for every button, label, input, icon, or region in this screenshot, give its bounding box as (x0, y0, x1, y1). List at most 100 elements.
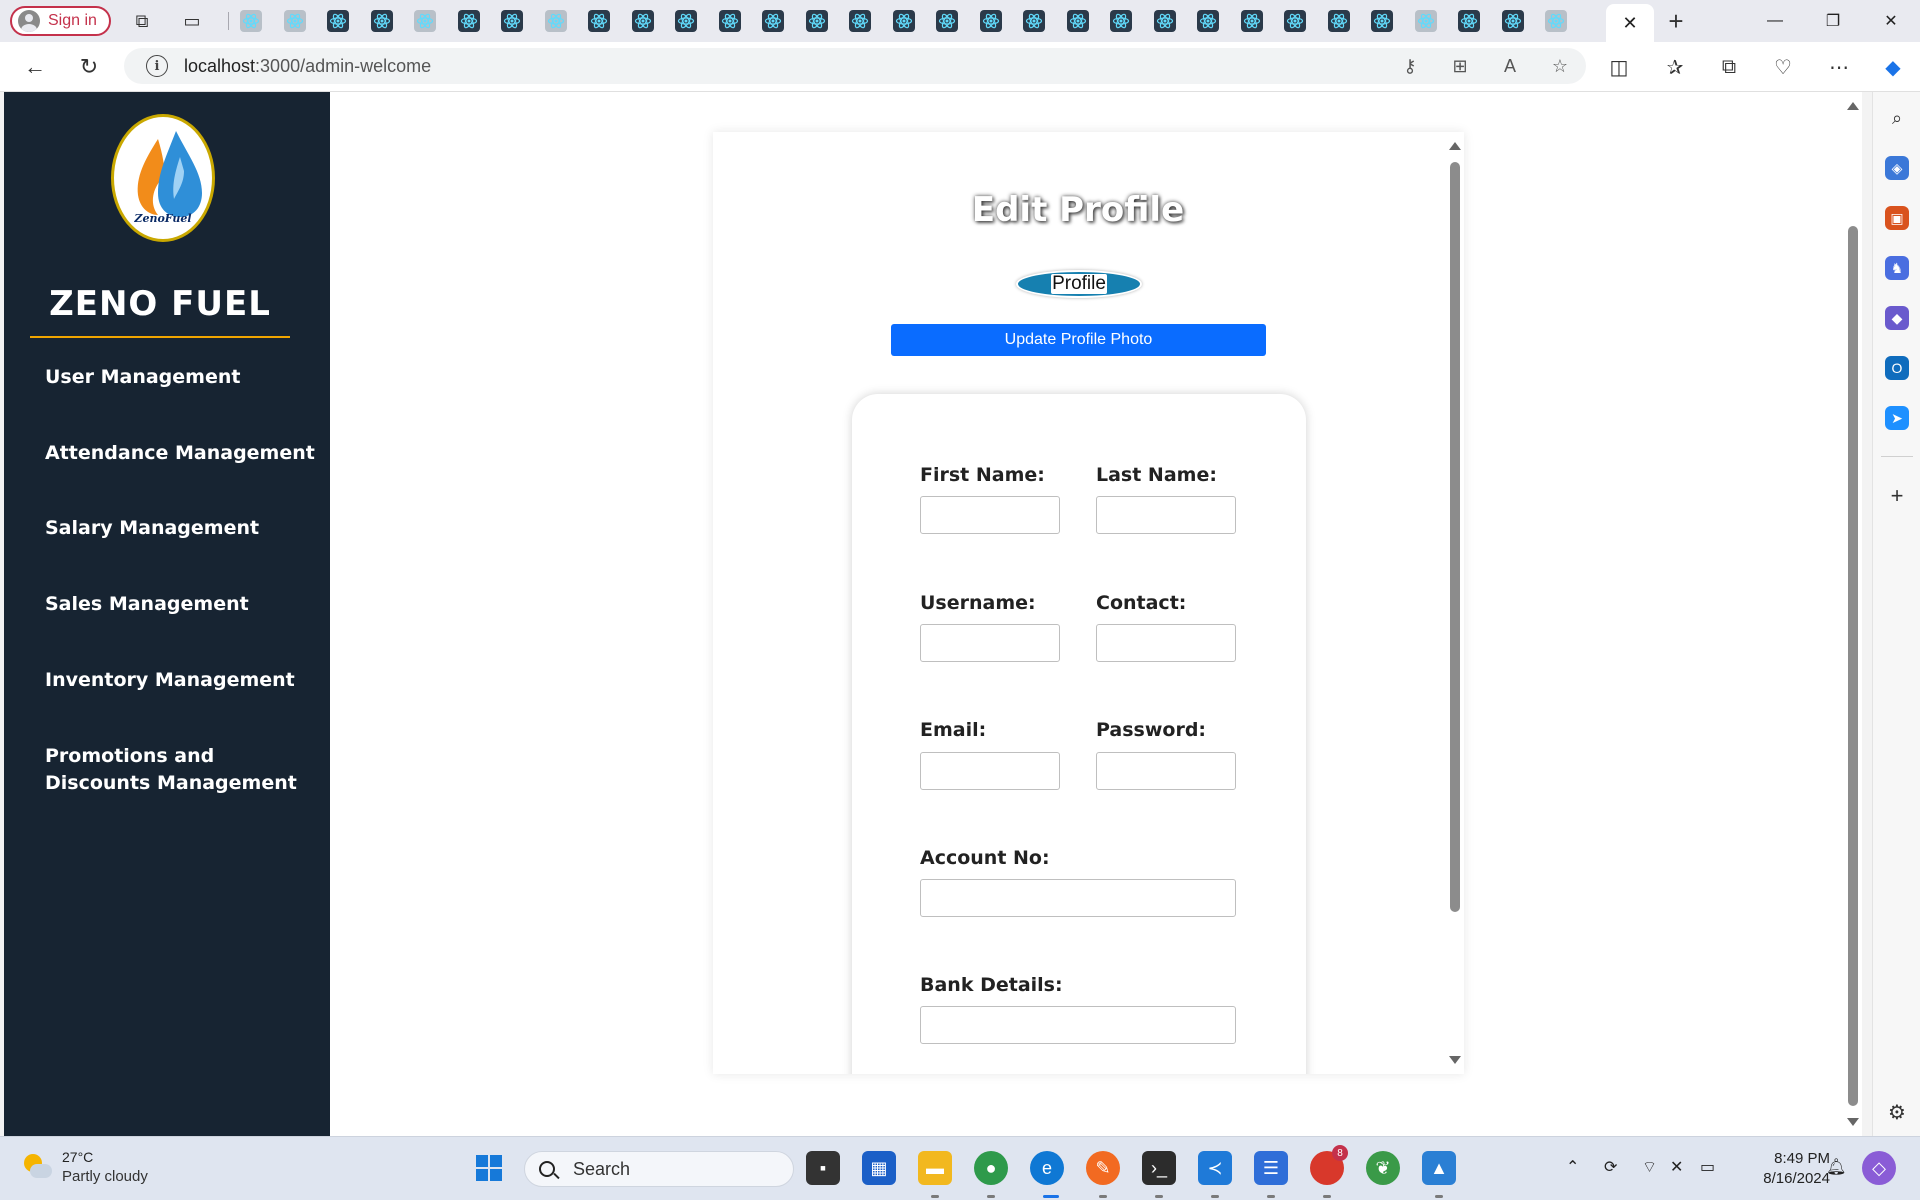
contact-input[interactable] (1096, 624, 1236, 662)
react-tab-icon[interactable] (1153, 10, 1176, 32)
react-tab-icon[interactable] (1371, 10, 1393, 32)
copilot-icon[interactable]: ◆ (1880, 54, 1906, 80)
nav-user-management[interactable]: User Management (45, 364, 315, 391)
file-explorer-icon[interactable]: ▬ (918, 1151, 952, 1185)
tools-briefcase-icon[interactable]: ▣ (1885, 206, 1909, 230)
url-text[interactable]: localhost:3000/admin-welcome (184, 56, 431, 77)
new-tab-button[interactable]: + (1664, 6, 1688, 36)
system-clock[interactable]: 8:49 PM 8/16/2024 (1742, 1149, 1830, 1189)
games-icon[interactable]: ♞ (1885, 256, 1909, 280)
search-icon[interactable]: ⌕ (1885, 106, 1909, 130)
add-icon[interactable]: + (1885, 483, 1909, 508)
react-tab-icon[interactable] (1545, 10, 1567, 32)
react-tab-icon[interactable] (1110, 10, 1132, 32)
postman-icon[interactable]: ✎ (1086, 1151, 1120, 1185)
react-tab-icon[interactable] (283, 10, 306, 32)
email-input[interactable] (920, 752, 1060, 790)
send-icon[interactable]: ➤ (1885, 406, 1909, 430)
show-hidden-icons-icon[interactable]: ⌃ (1566, 1157, 1579, 1177)
nav-promotions-discounts-management[interactable]: Promotions and Discounts Management (45, 743, 315, 797)
page-scrollbar[interactable] (1844, 92, 1862, 1136)
minimize-button[interactable]: — (1752, 8, 1798, 34)
nav-sales-management[interactable]: Sales Management (45, 591, 315, 618)
react-tab-icon[interactable] (1458, 10, 1480, 32)
react-tab-icon[interactable] (1023, 10, 1045, 32)
browser-essentials-icon[interactable]: ♡ (1770, 54, 1796, 80)
nav-inventory-management[interactable]: Inventory Management (45, 667, 315, 694)
react-tab-icon[interactable] (718, 10, 741, 32)
edge-icon[interactable]: e (1030, 1151, 1064, 1185)
react-tab-icon[interactable] (327, 10, 349, 32)
react-tab-icon[interactable] (1240, 10, 1263, 32)
page-scroll-down-icon[interactable] (1847, 1118, 1859, 1126)
react-tab-icon[interactable] (892, 10, 915, 32)
restore-button[interactable]: ❐ (1810, 8, 1856, 34)
back-arrow-icon[interactable]: ← (22, 54, 48, 80)
split-screen-icon[interactable]: ◫ (1606, 54, 1632, 80)
nav-attendance-management[interactable]: Attendance Management (45, 440, 315, 467)
react-tab-icon[interactable] (936, 10, 958, 32)
shopping-tag-icon[interactable]: ◈ (1885, 156, 1909, 180)
react-tab-icon[interactable] (675, 10, 697, 32)
react-tab-icon[interactable] (1197, 10, 1219, 32)
nav-salary-management[interactable]: Salary Management (45, 515, 315, 542)
page-scroll-up-icon[interactable] (1847, 102, 1859, 110)
account-no-input[interactable] (920, 879, 1236, 917)
react-tab-icon[interactable] (631, 10, 654, 32)
app-available-icon[interactable]: ⊞ (1448, 54, 1472, 78)
more-options-icon[interactable]: ⋯ (1826, 54, 1852, 80)
react-tab-icon[interactable] (762, 10, 784, 32)
react-tab-icon[interactable] (370, 10, 393, 32)
chrome-profile-icon[interactable]: 8 (1310, 1145, 1348, 1185)
microsoft-365-icon[interactable]: ◆ (1885, 306, 1909, 330)
copilot-preview-icon[interactable]: ◇ (1862, 1151, 1896, 1185)
task-view-icon[interactable]: ▪ (806, 1151, 840, 1185)
read-aloud-icon[interactable]: A (1498, 54, 1522, 78)
first-name-input[interactable] (920, 496, 1060, 534)
page-scroll-thumb[interactable] (1848, 226, 1858, 1106)
mongodb-icon[interactable]: ❦ (1366, 1151, 1400, 1185)
card-scroll-thumb[interactable] (1450, 162, 1460, 912)
scroll-up-arrow-icon[interactable] (1449, 142, 1461, 150)
react-tab-icon[interactable] (501, 10, 523, 32)
react-tab-icon[interactable] (588, 10, 610, 32)
chrome-icon[interactable]: ● (974, 1151, 1008, 1185)
react-tab-icon[interactable] (544, 10, 567, 32)
sign-in-button[interactable]: Sign in (10, 6, 111, 36)
react-tab-icon[interactable] (1501, 10, 1524, 32)
collections-icon[interactable]: ⧉ (1716, 54, 1742, 80)
favorites-icon[interactable]: ✰ (1662, 54, 1688, 80)
address-bar[interactable]: i localhost:3000/admin-welcome ⚷ ⊞ A ☆ (124, 48, 1586, 84)
active-tab[interactable]: ✕ (1606, 4, 1654, 42)
microsoft-store-icon[interactable]: ▦ (862, 1151, 896, 1185)
favorite-star-icon[interactable]: ☆ (1548, 54, 1572, 78)
speaker-muted-icon[interactable]: ✕ (1670, 1157, 1683, 1177)
react-tab-icon[interactable] (240, 10, 262, 32)
settings-gear-icon[interactable]: ⚙ (1885, 1100, 1909, 1124)
card-scrollbar[interactable] (1446, 132, 1464, 1074)
close-tab-icon[interactable]: ✕ (1622, 13, 1637, 34)
notepad-icon[interactable]: ☰ (1254, 1151, 1288, 1185)
bank-details-input[interactable] (920, 1006, 1236, 1044)
password-input[interactable] (1096, 752, 1236, 790)
last-name-input[interactable] (1096, 496, 1236, 534)
workspaces-icon[interactable]: ⧉ (130, 9, 154, 33)
react-tab-icon[interactable] (1414, 10, 1437, 32)
wifi-icon[interactable]: ⌔ (1642, 1157, 1657, 1177)
username-input[interactable] (920, 624, 1060, 662)
terminal-icon[interactable]: ›_ (1142, 1151, 1176, 1185)
react-tab-icon[interactable] (849, 10, 871, 32)
react-tab-icon[interactable] (457, 10, 480, 32)
site-info-icon[interactable]: i (146, 55, 168, 77)
vscode-icon[interactable]: ≺ (1198, 1151, 1232, 1185)
scroll-down-arrow-icon[interactable] (1449, 1056, 1461, 1064)
react-tab-icon[interactable] (414, 10, 436, 32)
key-icon[interactable]: ⚷ (1398, 54, 1422, 78)
window-close-button[interactable]: ✕ (1868, 8, 1914, 34)
notification-bell-icon[interactable]: 🔔︎ (1826, 1157, 1846, 1177)
tab-actions-icon[interactable]: ▭ (180, 9, 204, 33)
battery-icon[interactable]: ▭ (1700, 1157, 1715, 1177)
react-tab-icon[interactable] (1066, 10, 1089, 32)
update-profile-photo-button[interactable]: Update Profile Photo (891, 324, 1266, 356)
photos-icon[interactable]: ▲ (1422, 1151, 1456, 1185)
